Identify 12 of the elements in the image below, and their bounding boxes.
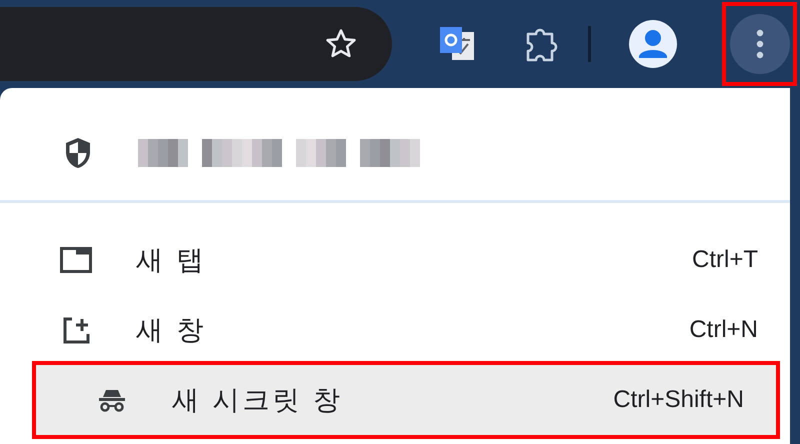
menu-item[interactable]: 새 시크릿 창 Ctrl+Shift+N (36, 365, 776, 435)
shortcut-text: Ctrl+Shift+N (613, 385, 744, 415)
puzzle-icon[interactable] (524, 26, 558, 62)
shield-icon[interactable] (64, 137, 92, 169)
menu-button[interactable] (722, 2, 797, 86)
menu-icon (756, 29, 764, 59)
avatar-icon[interactable] (629, 20, 677, 68)
window-plus-icon (62, 316, 90, 344)
incognito-icon (97, 388, 127, 412)
shortcut-text: Ctrl+N (689, 315, 758, 345)
shortcut-text: Ctrl+T (692, 245, 758, 275)
tab-icon (60, 247, 92, 273)
